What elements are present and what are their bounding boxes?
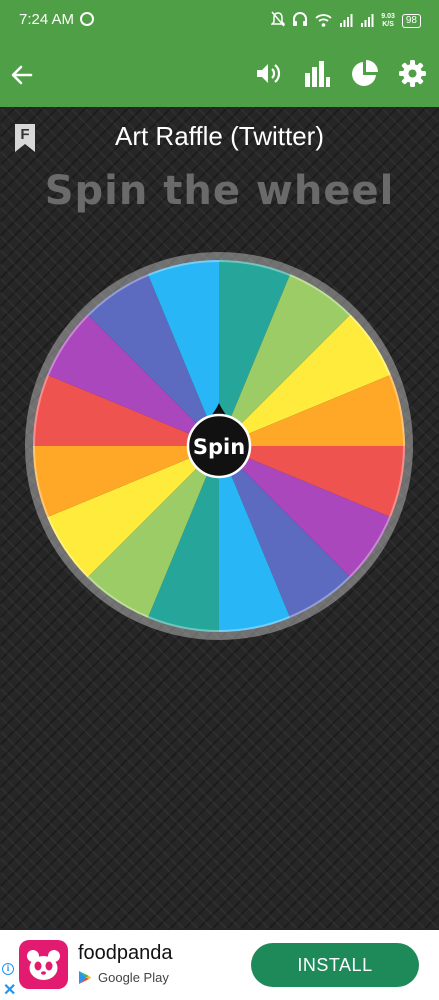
net-speed-unit: K/S [382, 21, 394, 28]
net-speed: 9.03 K/S [381, 13, 395, 29]
net-speed-value: 9.03 [381, 13, 395, 20]
messenger-icon [80, 12, 94, 26]
headphones-icon [292, 11, 308, 31]
back-arrow-icon[interactable] [9, 62, 35, 88]
status-bar: 7:24 AM 9.03 K/S 98 [0, 0, 439, 42]
ad-store-label: Google Play [98, 970, 169, 985]
google-play-icon [79, 971, 92, 984]
wheel-title: Art Raffle (Twitter) [114, 121, 324, 151]
status-icons: 9.03 K/S 98 [270, 11, 421, 31]
toolbar [254, 59, 427, 88]
ad-banner[interactable]: i ✕ foodpanda Google Play INSTALL [0, 930, 439, 1000]
battery-icon: 98 [401, 14, 421, 28]
stats-bar-chart-icon[interactable] [302, 59, 331, 88]
spinning-wheel[interactable]: Spin [24, 251, 414, 641]
install-button[interactable]: INSTALL [251, 943, 419, 987]
signal-icon [360, 12, 374, 31]
ad-app-name[interactable]: foodpanda [78, 942, 173, 965]
spin-the-wheel-heading: Spin the wheel [44, 168, 395, 214]
volume-icon[interactable] [254, 59, 283, 88]
ad-close-icon[interactable]: ✕ [3, 980, 16, 1000]
signal-icon [339, 12, 353, 31]
status-time: 7:24 AM [19, 11, 75, 28]
spin-label[interactable]: Spin [193, 435, 245, 459]
settings-gear-icon[interactable] [398, 59, 427, 88]
wheel-screen: F Art Raffle (Twitter) Spin the wheel Sp… [0, 107, 439, 930]
app-bar [0, 42, 439, 107]
ad-info-icon[interactable]: i [2, 963, 14, 975]
ad-store: Google Play [78, 970, 169, 985]
pie-chart-icon[interactable] [350, 59, 379, 88]
wifi-icon [315, 12, 332, 31]
mute-icon [270, 11, 287, 31]
foodpanda-logo-icon [19, 940, 68, 989]
